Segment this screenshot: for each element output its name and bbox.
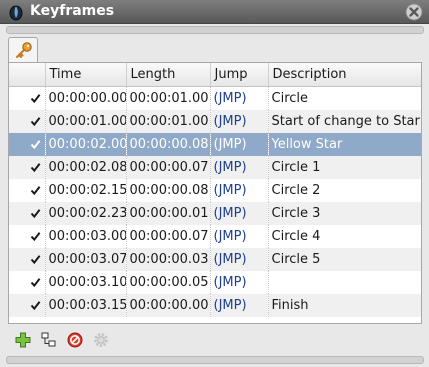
jump-link[interactable]: (JMP) (210, 86, 269, 110)
active-checkbox[interactable] (30, 162, 41, 173)
column-header-active[interactable] (9, 63, 46, 87)
time-cell: 00:00:02.00 (45, 133, 127, 156)
keyframes-table: Time Length Jump Description 00:00:00.00… (8, 62, 422, 324)
active-checkbox[interactable] (30, 116, 41, 127)
active-checkbox[interactable] (30, 93, 41, 104)
length-cell: 00:00:00.03 (126, 248, 211, 271)
active-checkbox[interactable] (30, 208, 41, 219)
active-checkbox[interactable] (30, 277, 41, 288)
length-cell: 00:00:00.00 (126, 294, 211, 317)
close-icon[interactable] (404, 2, 424, 22)
keyframe-settings-button[interactable] (92, 331, 110, 349)
description-cell: Finish (268, 294, 421, 317)
length-cell: 00:00:00.08 (126, 133, 211, 156)
column-header-length[interactable]: Length (126, 63, 211, 87)
time-cell: 00:00:02.08 (45, 156, 127, 179)
jump-link[interactable]: (JMP) (210, 225, 269, 248)
active-cell (9, 110, 46, 133)
time-cell: 00:00:02.15 (45, 179, 127, 202)
remove-keyframe-button[interactable] (66, 331, 84, 349)
description-cell (268, 271, 421, 294)
jump-link[interactable]: (JMP) (210, 110, 269, 133)
key-icon (16, 42, 32, 58)
jump-link[interactable]: (JMP) (210, 248, 269, 271)
active-cell (9, 202, 46, 225)
column-header-jump[interactable]: Jump (210, 63, 269, 87)
length-cell: 00:00:00.05 (126, 271, 211, 294)
length-cell: 00:00:01.00 (126, 110, 211, 133)
active-checkbox[interactable] (30, 139, 41, 150)
active-cell (9, 156, 46, 179)
length-cell: 00:00:00.01 (126, 202, 211, 225)
table-row[interactable]: 00:00:01.00 00:00:01.00 (JMP) Start of chan… (9, 110, 421, 133)
description-cell: Circle 4 (268, 225, 421, 248)
time-cell: 00:00:03.10 (45, 271, 127, 294)
time-cell: 00:00:01.00 (45, 110, 127, 133)
active-cell (9, 271, 46, 294)
table-row[interactable]: 00:00:02.00 00:00:00.08 (JMP) Yellow Star (9, 133, 421, 156)
length-cell: 00:00:00.07 (126, 156, 211, 179)
active-cell (9, 179, 46, 202)
table-header: Time Length Jump Description (9, 63, 421, 87)
time-cell: 00:00:03.07 (45, 248, 127, 271)
active-checkbox[interactable] (30, 300, 41, 311)
table-row[interactable]: 00:00:02.08 00:00:00.07 (JMP) Circle 1 (9, 156, 421, 179)
window-title: Keyframes (30, 3, 115, 19)
jump-link[interactable]: (JMP) (210, 294, 269, 317)
duplicate-icon (41, 332, 56, 347)
table-row[interactable]: 00:00:00.00 00:00:01.00 (JMP) Circle (9, 86, 421, 110)
jump-link[interactable]: (JMP) (210, 133, 269, 156)
active-checkbox[interactable] (30, 185, 41, 196)
resize-handle-top[interactable] (6, 26, 424, 34)
length-cell: 00:00:01.00 (126, 86, 211, 110)
active-cell (9, 225, 46, 248)
active-checkbox[interactable] (30, 254, 41, 265)
add-icon (15, 332, 31, 348)
table-row[interactable]: 00:00:03.15 00:00:00.00 (JMP) Finish (9, 294, 421, 317)
resize-handle-bottom[interactable] (6, 356, 424, 364)
table-row[interactable]: 00:00:03.00 00:00:00.07 (JMP) Circle 4 (9, 225, 421, 248)
active-cell (9, 133, 46, 156)
active-cell (9, 294, 46, 317)
jump-link[interactable]: (JMP) (210, 202, 269, 225)
length-cell: 00:00:00.08 (126, 179, 211, 202)
active-cell (9, 248, 46, 271)
table-row[interactable]: 00:00:02.23 00:00:00.01 (JMP) Circle 3 (9, 202, 421, 225)
time-cell: 00:00:02.23 (45, 202, 127, 225)
add-keyframe-button[interactable] (14, 331, 32, 349)
description-cell: Circle 1 (268, 156, 421, 179)
description-cell: Yellow Star (268, 133, 421, 156)
description-cell: Circle (268, 86, 421, 110)
active-cell (9, 86, 46, 110)
settings-icon (94, 333, 108, 347)
column-header-description[interactable]: Description (268, 63, 421, 87)
time-cell: 00:00:03.00 (45, 225, 127, 248)
description-cell: Circle 3 (268, 202, 421, 225)
title-bar: Keyframes (0, 0, 429, 24)
active-checkbox[interactable] (30, 231, 41, 242)
description-cell: Circle 2 (268, 179, 421, 202)
tab-keyframes[interactable] (8, 37, 38, 63)
remove-icon (67, 332, 83, 348)
column-header-time[interactable]: Time (45, 63, 127, 87)
table-row[interactable]: 00:00:03.07 00:00:00.03 (JMP) Circle 5 (9, 248, 421, 271)
duplicate-keyframe-button[interactable] (40, 331, 58, 349)
table-row[interactable]: 00:00:02.15 00:00:00.08 (JMP) Circle 2 (9, 179, 421, 202)
jump-link[interactable]: (JMP) (210, 156, 269, 179)
jump-link[interactable]: (JMP) (210, 271, 269, 294)
keyframes-toolbar (8, 328, 422, 352)
jump-link[interactable]: (JMP) (210, 179, 269, 202)
time-cell: 00:00:00.00 (45, 86, 127, 110)
app-logo-icon (8, 3, 24, 21)
length-cell: 00:00:00.07 (126, 225, 211, 248)
description-cell: Start of change to Star (268, 110, 421, 133)
table-row[interactable]: 00:00:03.10 00:00:00.05 (JMP) (9, 271, 421, 294)
description-cell: Circle 5 (268, 248, 421, 271)
time-cell: 00:00:03.15 (45, 294, 127, 317)
